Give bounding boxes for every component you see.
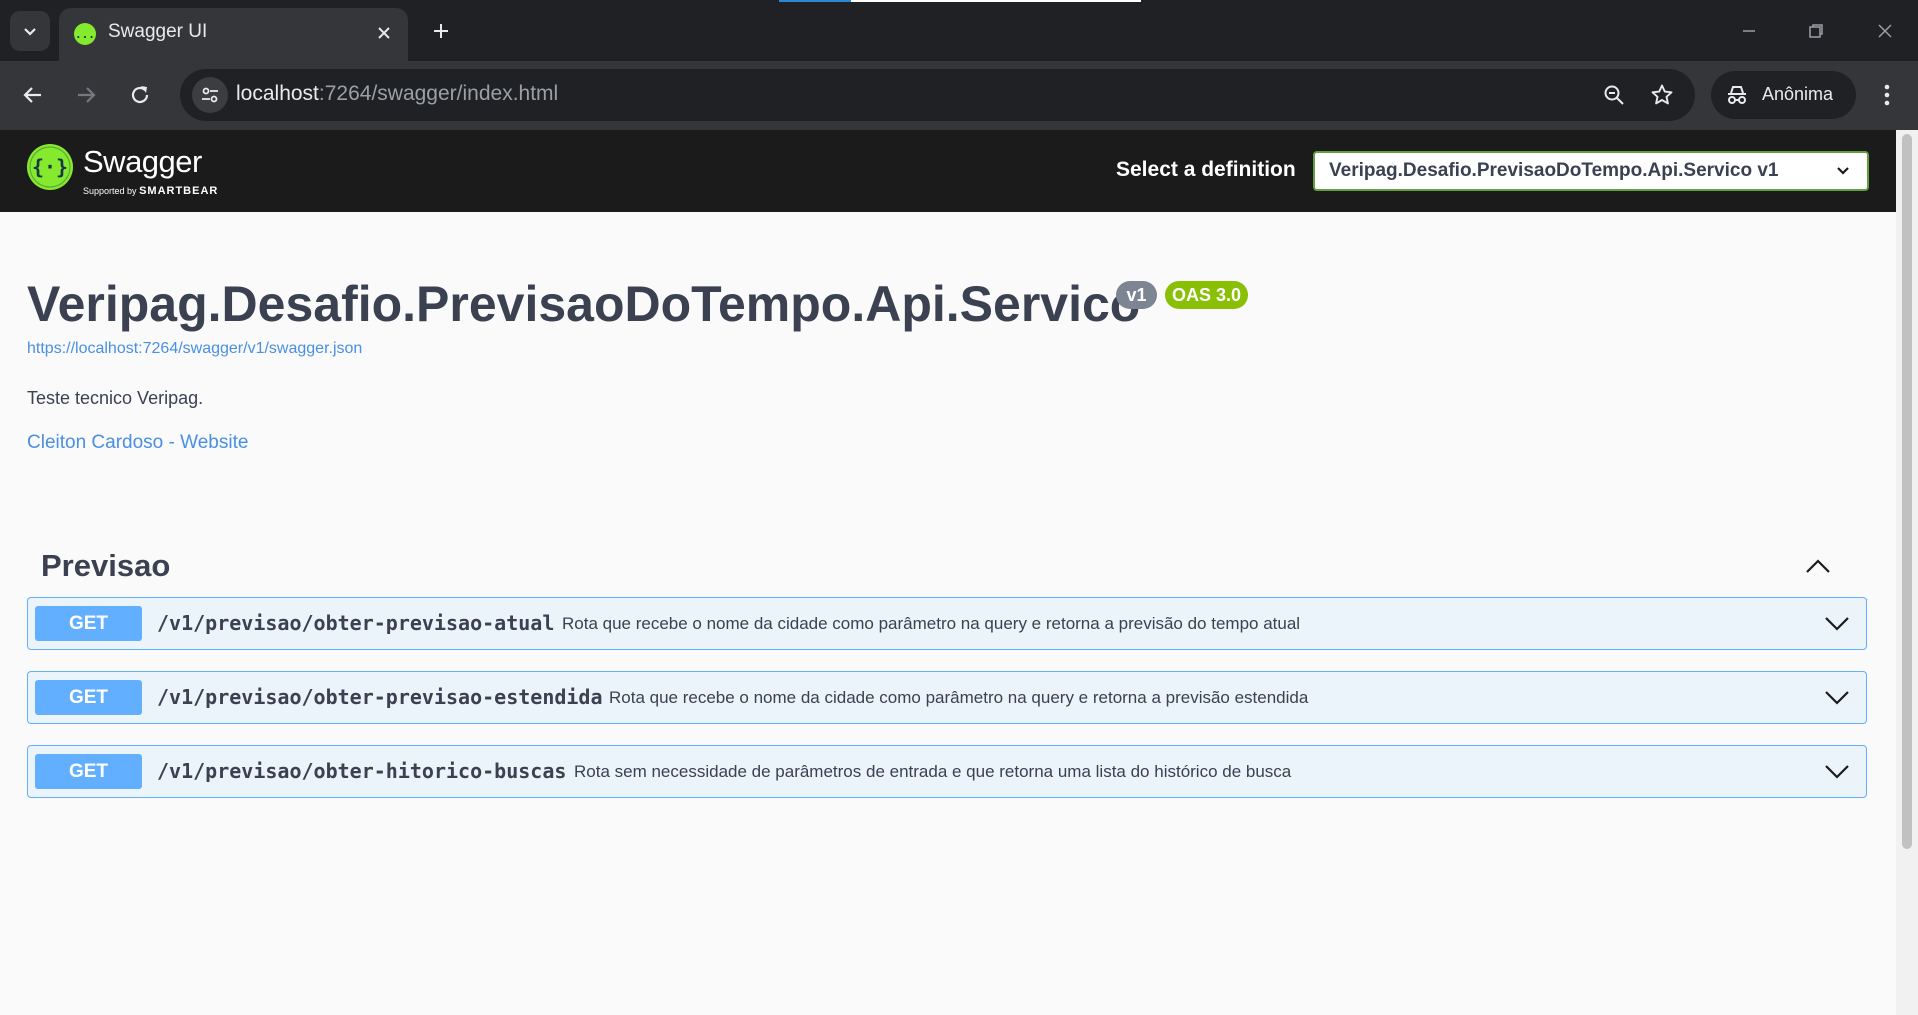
- operation-row[interactable]: GET /v1/previsao/obter-previsao-atual Ro…: [27, 597, 1867, 650]
- incognito-profile-button[interactable]: Anônima: [1711, 71, 1856, 119]
- operation-path: /v1/previsao/obter-previsao-estendida: [157, 685, 603, 709]
- swagger-brand: Swagger: [83, 144, 202, 179]
- tab-search-button[interactable]: [10, 11, 50, 51]
- chevron-down-icon[interactable]: [1824, 760, 1850, 782]
- api-title: Veripag.Desafio.PrevisaoDoTempo.Api.Serv…: [27, 276, 1141, 332]
- page-scrollbar[interactable]: [1896, 130, 1918, 1015]
- svg-text:{...}: {...}: [73, 28, 97, 41]
- address-bar[interactable]: localhost:7264/swagger/index.html: [180, 69, 1695, 121]
- tune-icon: [202, 87, 218, 103]
- chevron-up-icon[interactable]: [1804, 554, 1832, 578]
- close-icon: [378, 27, 390, 39]
- forward-button[interactable]: [68, 77, 104, 113]
- reload-button[interactable]: [122, 77, 158, 113]
- swagger-favicon-icon: {...}: [73, 23, 97, 45]
- new-tab-button[interactable]: [424, 14, 458, 48]
- http-method-badge: GET: [35, 606, 142, 641]
- swagger-topbar: {·} Swagger Supported by SMARTBEAR Selec…: [0, 130, 1896, 212]
- more-vert-icon: [1884, 84, 1890, 106]
- operation-path: /v1/previsao/obter-hitorico-buscas: [157, 759, 567, 783]
- chevron-down-icon: [24, 28, 36, 36]
- loading-indicator: [779, 0, 1141, 2]
- http-method-badge: GET: [35, 754, 142, 789]
- oas-badge: OAS 3.0: [1165, 281, 1248, 309]
- browser-tab-swagger[interactable]: {...} Swagger UI: [59, 8, 408, 61]
- definition-select-value: Veripag.Desafio.PrevisaoDoTempo.Api.Serv…: [1329, 160, 1779, 181]
- browser-toolbar: localhost:7264/swagger/index.html Anônim…: [0, 61, 1918, 130]
- bookmark-button[interactable]: [1646, 79, 1678, 111]
- site-info-button[interactable]: [192, 77, 228, 113]
- back-button[interactable]: [15, 77, 51, 113]
- restore-button[interactable]: [1799, 14, 1833, 48]
- url-text[interactable]: localhost:7264/swagger/index.html: [236, 82, 558, 106]
- chevron-down-icon[interactable]: [1824, 612, 1850, 634]
- operation-summary: Rota que recebe o nome da cidade como pa…: [609, 688, 1309, 707]
- swagger-json-link[interactable]: https://localhost:7264/swagger/v1/swagge…: [27, 340, 362, 358]
- scrollbar-thumb[interactable]: [1902, 134, 1912, 849]
- tag-name: Previsao: [41, 548, 171, 583]
- zoom-out-icon: [1604, 85, 1624, 105]
- arrow-left-icon: [23, 87, 41, 103]
- operation-summary: Rota que recebe o nome da cidade como pa…: [562, 614, 1301, 633]
- operation-row[interactable]: GET /v1/previsao/obter-hitorico-buscas R…: [27, 745, 1867, 798]
- browser-tab-strip: {...} Swagger UI: [0, 0, 1918, 61]
- close-icon: [1878, 24, 1892, 38]
- restore-icon: [1809, 24, 1823, 38]
- reload-icon: [131, 86, 149, 104]
- operation-summary: Rota sem necessidade de parâmetros de en…: [574, 762, 1292, 781]
- definition-select[interactable]: Veripag.Desafio.PrevisaoDoTempo.Api.Serv…: [1313, 151, 1869, 191]
- page-viewport: {·} Swagger Supported by SMARTBEAR Selec…: [0, 130, 1918, 1015]
- browser-menu-button[interactable]: [1870, 78, 1904, 112]
- minimize-icon: [1743, 30, 1755, 32]
- incognito-icon: [1728, 86, 1746, 104]
- operation-path: /v1/previsao/obter-previsao-atual: [157, 611, 555, 635]
- api-description: Teste tecnico Veripag.: [27, 388, 204, 408]
- svg-text:{·}: {·}: [32, 155, 68, 179]
- operation-row[interactable]: GET /v1/previsao/obter-previsao-estendid…: [27, 671, 1867, 724]
- http-method-badge: GET: [35, 680, 142, 715]
- star-icon: [1651, 84, 1673, 105]
- arrow-right-icon: [78, 87, 96, 103]
- version-badge: v1: [1116, 281, 1157, 309]
- swagger-logo-icon: {·}: [27, 144, 73, 190]
- minimize-button[interactable]: [1732, 14, 1766, 48]
- contact-link[interactable]: Cleiton Cardoso - Website: [27, 432, 248, 454]
- swagger-supported-by: Supported by SMARTBEAR: [83, 185, 219, 197]
- chevron-down-icon[interactable]: [1824, 686, 1850, 708]
- plus-icon: [434, 24, 448, 38]
- profile-label: Anônima: [1762, 84, 1834, 104]
- tag-section-header[interactable]: Previsao: [27, 534, 1868, 600]
- tab-close-button[interactable]: [370, 19, 398, 47]
- window-close-button[interactable]: [1868, 14, 1902, 48]
- select-definition-label: Select a definition: [1116, 158, 1296, 181]
- tab-title: Swagger UI: [108, 21, 208, 42]
- zoom-button[interactable]: [1598, 79, 1630, 111]
- chevron-down-icon: [1837, 167, 1849, 175]
